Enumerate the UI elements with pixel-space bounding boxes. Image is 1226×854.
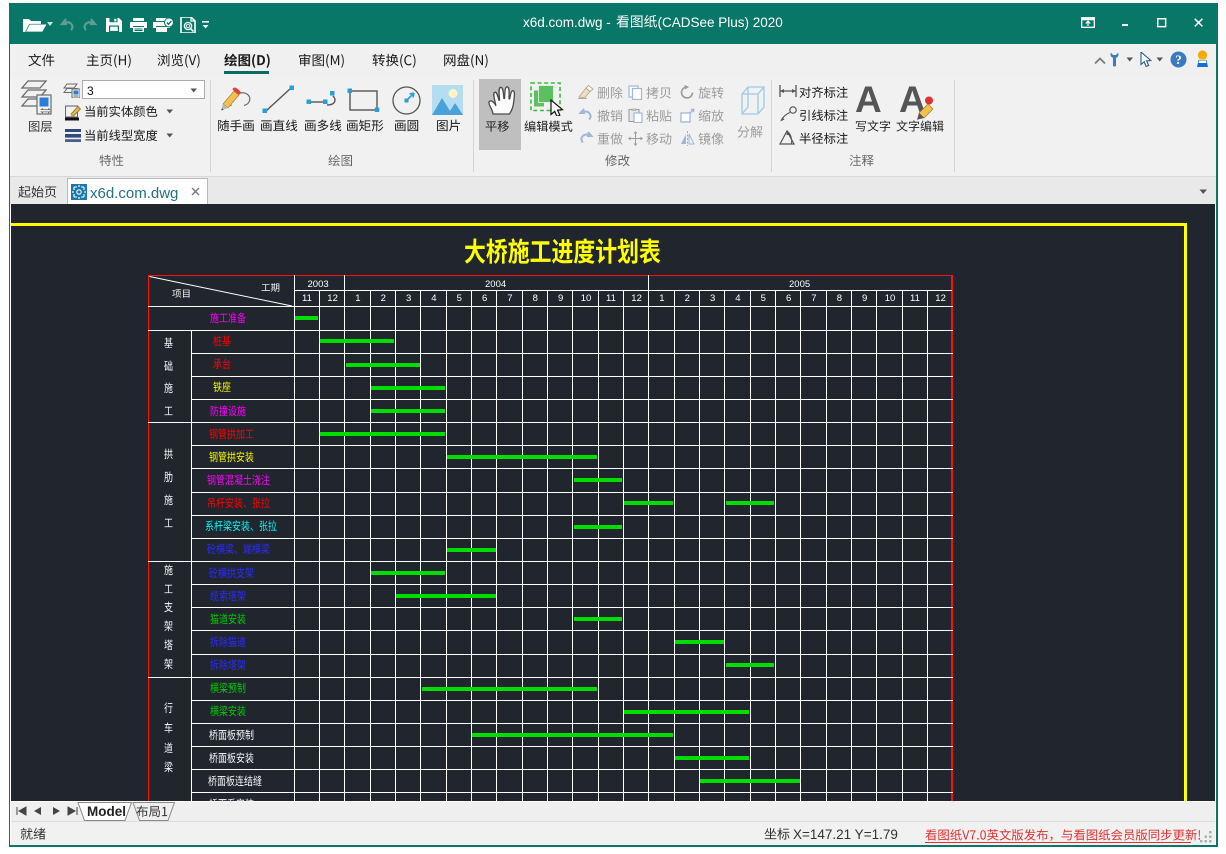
- svg-text:?: ?: [1175, 52, 1182, 67]
